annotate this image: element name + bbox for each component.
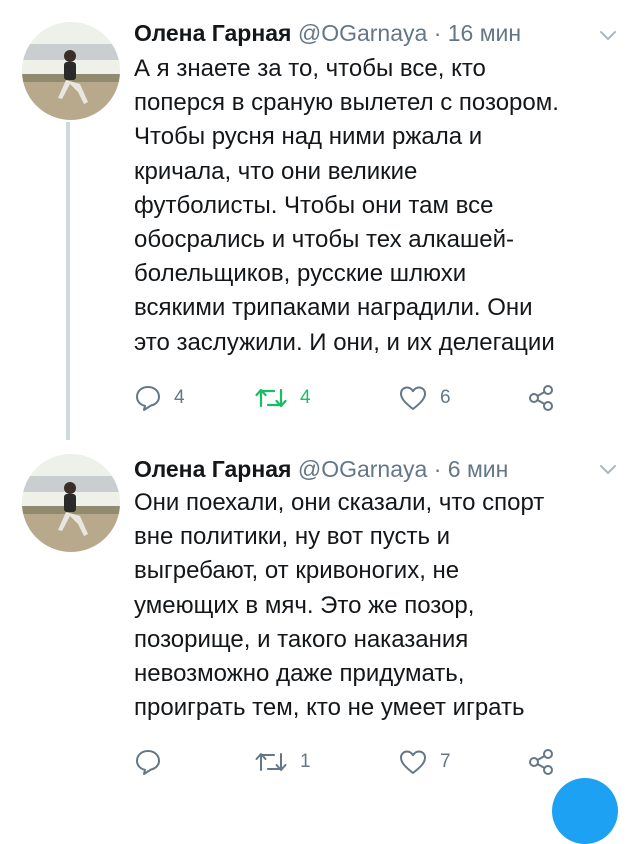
avatar-photo-icon [22, 454, 120, 552]
retweet-count: 4 [300, 387, 311, 408]
retweet-button[interactable]: 4 [254, 382, 311, 414]
retweet-button[interactable]: 1 [254, 746, 311, 778]
tweet-header: Олена Гарная @OGarnaya · 16 мин [134, 20, 521, 46]
tweet-text: Они поехали, они сказали, что спорт вне … [134, 489, 545, 722]
author-handle[interactable]: @OGarnaya [298, 456, 427, 482]
reply-icon [136, 386, 160, 411]
like-count: 7 [440, 751, 451, 772]
tweet-actions: 4 4 6 [134, 382, 614, 414]
retweet-count: 1 [300, 751, 311, 772]
tweet[interactable]: Олена Гарная @OGarnaya · 6 мин Они поеха… [0, 440, 640, 791]
like-count: 6 [440, 387, 451, 408]
share-icon [529, 385, 553, 411]
avatar[interactable] [22, 22, 120, 120]
chevron-down-icon [600, 31, 616, 40]
tweet[interactable]: Олена Гарная @OGarnaya · 16 мин А я знае… [0, 0, 640, 440]
like-icon [400, 750, 426, 774]
reply-button[interactable]: 4 [134, 382, 185, 414]
author-handle[interactable]: @OGarnaya [298, 20, 427, 46]
tweet-text: А я знаете за то, чтобы все, кто поперся… [134, 55, 559, 356]
tweet-actions: 1 7 [134, 746, 614, 778]
like-button[interactable]: 6 [398, 382, 451, 414]
separator-dot: · [433, 20, 442, 46]
compose-tweet-button[interactable] [552, 778, 618, 844]
like-button[interactable]: 7 [398, 746, 451, 778]
avatar-photo-icon [22, 22, 120, 120]
thread-connector-line [66, 122, 70, 440]
more-options-button[interactable] [598, 28, 618, 47]
reply-icon [136, 750, 160, 775]
share-icon [529, 749, 553, 775]
tweet-header: Олена Гарная @OGarnaya · 6 мин [134, 456, 508, 482]
avatar[interactable] [22, 454, 120, 552]
share-button[interactable] [526, 746, 556, 778]
chevron-down-icon [600, 465, 616, 474]
tweet-timestamp[interactable]: 16 мин [448, 20, 521, 46]
more-options-button[interactable] [598, 462, 618, 481]
author-name[interactable]: Олена Гарная [134, 20, 291, 46]
like-icon [400, 386, 426, 410]
separator-dot: · [433, 456, 442, 482]
reply-count: 4 [174, 387, 185, 408]
retweet-icon [255, 753, 287, 771]
retweet-icon [255, 388, 287, 408]
share-button[interactable] [526, 382, 556, 414]
tweet-timestamp[interactable]: 6 мин [448, 456, 509, 482]
reply-button[interactable] [134, 746, 174, 778]
author-name[interactable]: Олена Гарная [134, 456, 291, 482]
